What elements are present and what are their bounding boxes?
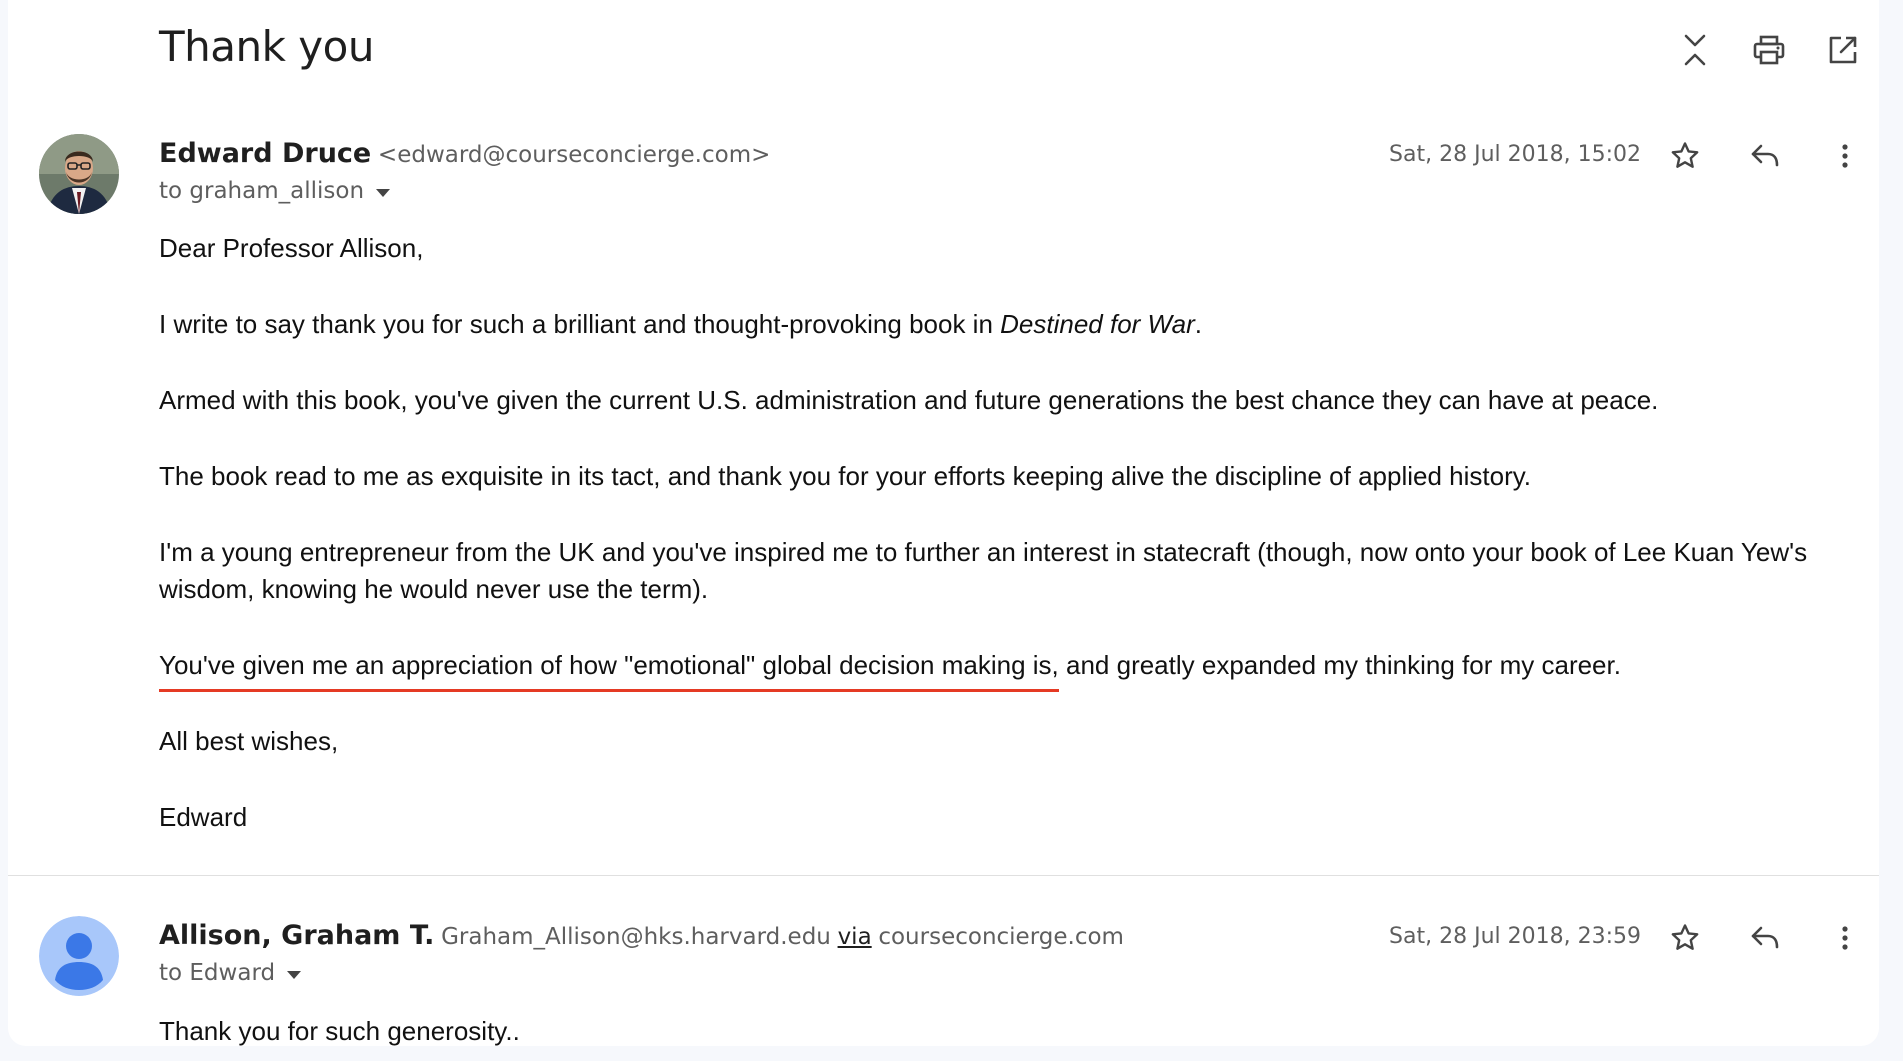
sender-line: Allison, Graham T. Graham_Allison@hks.ha… (159, 920, 1124, 951)
default-avatar-icon[interactable] (39, 916, 119, 996)
sender-name[interactable]: Allison, Graham T. (159, 920, 434, 951)
recipient-details-toggle[interactable]: to graham_allison (159, 178, 391, 204)
highlighted-text: You've given me an appreciation of how "… (159, 650, 1059, 692)
chevron-down-icon (287, 970, 302, 979)
via-link[interactable]: via (838, 924, 872, 950)
body-text: I write to say thank you for such a bril… (159, 309, 1001, 339)
thread-subject: Thank you (159, 22, 374, 71)
sender-avatar[interactable] (39, 134, 119, 214)
collapse-all-icon[interactable] (1675, 28, 1715, 72)
email-thread-card: Thank you Edward Druce <edward@coursecon… (8, 0, 1879, 1046)
star-icon[interactable] (1665, 916, 1705, 960)
reply-icon[interactable] (1745, 134, 1785, 178)
sender-email: Graham_Allison@hks.harvard.edu (441, 924, 831, 950)
recipient-label: to Edward (159, 960, 276, 986)
chevron-down-icon (376, 188, 391, 197)
via-domain: courseconcierge.com (878, 924, 1124, 950)
body-paragraph: I'm a young entrepreneur from the UK and… (159, 537, 1808, 604)
sender-name[interactable]: Edward Druce (159, 138, 371, 169)
reply-icon[interactable] (1745, 916, 1785, 960)
body-text: and greatly expanded my thinking for my … (1058, 650, 1621, 680)
message-divider (8, 875, 1879, 876)
body-paragraph: The book read to me as exquisite in its … (159, 461, 1532, 491)
body-text: . (1194, 309, 1202, 339)
body-greeting: Dear Professor Allison, (159, 233, 424, 263)
message-date: Sat, 28 Jul 2018, 23:59 (1389, 924, 1641, 949)
sender-email: <edward@courseconcierge.com> (377, 142, 771, 168)
message-actions (1665, 916, 1865, 960)
thread-toolbar (1675, 28, 1863, 72)
body-paragraph: I write to say thank you for such a bril… (159, 306, 1859, 343)
print-icon[interactable] (1749, 28, 1789, 72)
more-options-icon[interactable] (1825, 916, 1865, 960)
sender-line: Edward Druce <edward@courseconcierge.com… (159, 138, 770, 169)
star-icon[interactable] (1665, 134, 1705, 178)
book-title: Destined for War (1000, 309, 1195, 339)
message-date: Sat, 28 Jul 2018, 15:02 (1389, 142, 1641, 167)
body-paragraph: Armed with this book, you've given the c… (159, 385, 1659, 415)
message-actions (1665, 134, 1865, 178)
body-signature: Edward (159, 802, 248, 832)
message-body: Dear Professor Allison, I write to say t… (159, 230, 1859, 875)
body-signoff: All best wishes, (159, 726, 339, 756)
recipient-label: to graham_allison (159, 178, 365, 204)
more-options-icon[interactable] (1825, 134, 1865, 178)
open-in-new-window-icon[interactable] (1823, 28, 1863, 72)
recipient-details-toggle[interactable]: to Edward (159, 960, 302, 986)
body-paragraph: You've given me an appreciation of how "… (159, 647, 1859, 692)
message-body: Thank you for such generosity.. (159, 1016, 520, 1046)
